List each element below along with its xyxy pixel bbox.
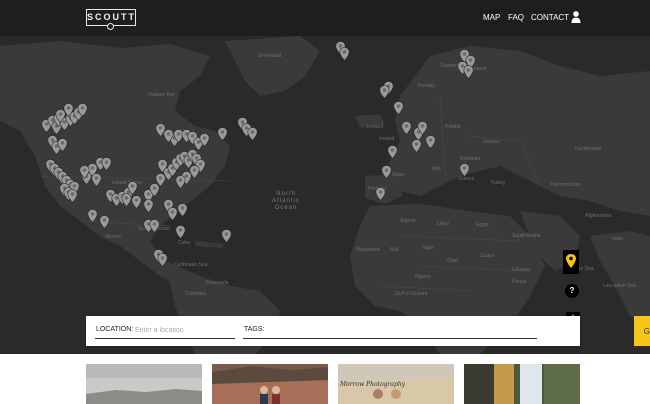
map-label-mali: Mali [390,247,400,253]
photo-couple-photography[interactable]: Morrow Photography [338,364,454,404]
map-marker-icon[interactable] [425,135,436,149]
map-label-chad: Chad [446,258,458,264]
location-input[interactable] [135,324,232,336]
map-label-poland: Poland [445,124,461,130]
map-label-gulf-of-guinea: Gulf of Guinea [395,291,428,297]
map-label-iceland: Iceland [367,124,384,130]
map-label-sudan: Sudan [480,253,495,259]
map-marker-icon[interactable] [57,138,68,152]
map-marker-icon[interactable] [411,139,422,153]
map-label-ireland: Ireland [379,136,395,142]
tags-underline [243,338,537,339]
map-marker-icon[interactable] [247,127,258,141]
map-label-laccadive-sea: Laccadive Sea [603,283,636,289]
location-pin-icon [566,254,576,268]
map-marker-icon[interactable] [221,229,232,243]
map-label-romania: Romania [460,156,481,162]
map-marker-icon[interactable] [157,253,168,267]
map-marker-icon[interactable] [393,101,404,115]
map-label-ukraine: Ukraine [482,139,500,145]
logo-pin-icon [107,23,114,30]
map-label-ethiopia: Ethiopia [512,267,531,273]
map-label-sweden: Sweden [440,63,459,69]
map-landmass [0,36,650,354]
map-marker-icon[interactable] [387,145,398,159]
user-icon[interactable] [571,11,581,23]
map-marker-icon[interactable] [175,225,186,239]
nav-contact-link[interactable]: CONTACT [531,13,569,22]
world-map[interactable]: Greenland Hudson Bay North Atlantic Ocea… [0,36,650,354]
map-label-venezuela: Venezuela [205,280,229,286]
map-marker-icon[interactable] [131,195,142,209]
map-label-spain: Spain [392,172,405,178]
map-marker-icon[interactable] [79,165,90,179]
map-label-north-atlantic: North Atlantic Ocean [272,191,300,211]
tags-label: TAGS: [244,326,265,333]
photo-hikers-canyon[interactable] [212,364,328,404]
map-marker-icon[interactable] [175,175,186,189]
map-marker-icon[interactable] [91,173,102,187]
map-marker-icon[interactable] [87,209,98,223]
tags-input[interactable] [264,324,534,336]
map-marker-icon[interactable] [339,47,350,61]
map-label-libya: Libya [437,221,449,227]
search-bar: LOCATION: TAGS: GO [86,316,650,346]
map-label-caribbean: Caribbean Sea [174,262,208,268]
map-label-cuba: Cuba [178,240,190,246]
map-marker-icon[interactable] [217,127,228,141]
map-label-algeria: Algeria [400,218,416,224]
top-navbar: SCOUTT MAP FAQ CONTACT [0,0,650,36]
map-label-india: India [612,236,623,242]
map-label-colombia: Colombia [185,291,207,297]
photo-grid: Morrow Photography [0,354,650,404]
location-underline [95,338,235,339]
map-marker-icon[interactable] [459,163,470,177]
map-marker-icon[interactable] [401,121,412,135]
map-label-hudson-bay: Hudson Bay [148,92,176,98]
map-label-nigeria: Nigeria [415,274,431,280]
locate-me-button[interactable] [563,250,579,274]
map-marker-icon[interactable] [379,85,390,99]
location-label: LOCATION: [96,326,134,333]
map-marker-icon[interactable] [417,121,428,135]
map-label-kenya: Kenya [512,279,527,285]
nav-faq-link[interactable]: FAQ [508,13,524,22]
map-marker-icon[interactable] [155,123,166,137]
map-marker-icon[interactable] [149,219,160,233]
map-label-greenland: Greenland [258,53,282,59]
map-marker-icon[interactable] [381,165,392,179]
map-marker-icon[interactable] [99,215,110,229]
photo-watermark-caption: Morrow Photography [340,381,406,388]
go-button[interactable]: GO [634,316,650,346]
map-marker-icon[interactable] [55,109,66,123]
map-marker-icon[interactable] [177,203,188,217]
map-marker-icon[interactable] [67,189,78,203]
map-label-niger: Niger [422,245,434,251]
map-label-turkmenistan: Turkmenistan [550,182,581,188]
map-marker-icon[interactable] [199,133,210,147]
map-label-mexico: Mexico [105,234,121,240]
map-help-button[interactable]: ? [565,284,579,298]
map-label-saudi-arabia: Saudi Arabia [512,233,541,239]
map-marker-icon[interactable] [375,187,386,201]
map-marker-icon[interactable] [463,65,474,79]
photo-waterfall-forest[interactable] [464,364,580,404]
map-label-italy: Italy [432,166,442,172]
map-marker-icon[interactable] [101,157,112,171]
map-label-kazakhstan: Kazakhstan [575,146,602,152]
map-label-afghanistan: Afghanistan [585,213,612,219]
photo-cloudy-sky[interactable] [86,364,202,404]
map-marker-icon[interactable] [77,103,88,117]
map-label-norway: Norway [418,83,435,89]
map-label-egypt: Egypt [476,222,489,228]
nav-map-link[interactable]: MAP [483,13,500,22]
map-label-turkey: Turkey [490,180,506,186]
map-label-mauritania: Mauritania [356,247,380,253]
map-marker-icon[interactable] [143,199,154,213]
